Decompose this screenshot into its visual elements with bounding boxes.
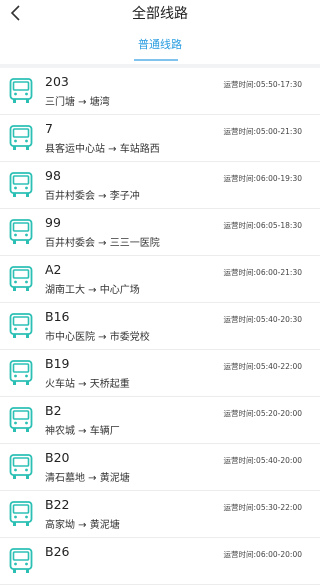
route-list-item[interactable]: B16 市中心医院 → 市委党校 运营时间:05:40-20:30 [0,303,320,350]
page-title: 全部线路 [132,6,188,22]
route-number: 98 [45,168,61,183]
operating-hours: 运营时间:05:40-20:00 [223,456,302,465]
operating-hours: 运营时间:05:40-22:00 [223,362,302,371]
route-destination: 李子冲 [109,191,140,202]
route-list-item[interactable]: B22 高家坳 → 黄泥塘 运营时间:05:30-22:00 [0,491,320,538]
arrow-right-icon: → [95,238,110,249]
route-destination: 黄泥塘 [99,473,130,484]
route-list-item[interactable]: 203 三门塘 → 塘湾 运营时间:05:50-17:30 [0,68,320,115]
arrow-right-icon: → [75,97,90,108]
route-list-item[interactable]: 99 百井村委会 → 三三一医院 运营时间:06:05-18:30 [0,209,320,256]
route-endpoints: 湖南工大 → 中心广场 [45,281,140,296]
operating-hours: 运营时间:05:00-21:30 [223,127,302,136]
route-endpoints: 三门塘 → 塘湾 [45,93,110,108]
route-destination: 天桥起重 [89,379,130,390]
route-destination: 黄泥塘 [89,520,120,531]
route-list-item[interactable]: B2 神农城 → 车辆厂 运营时间:05:20-20:00 [0,397,320,444]
operating-hours: 运营时间:05:40-20:30 [223,315,302,324]
route-destination: 车辆厂 [89,426,120,437]
route-destination: 塘湾 [89,97,110,108]
route-number: 7 [45,121,53,136]
operating-hours: 运营时间:05:50-17:30 [223,80,302,89]
operating-hours: 运营时间:05:20-20:00 [223,409,302,418]
route-origin: 县客运中心站 [45,144,105,155]
route-number: B26 [45,544,70,559]
route-list: 203 三门塘 → 塘湾 运营时间:05:50-17:30 7 县客运中心站 → 车站路… [0,68,320,585]
route-destination: 市委党校 [109,332,150,343]
operating-hours: 运营时间:05:30-22:00 [223,503,302,512]
route-number: B20 [45,450,70,465]
route-number: B22 [45,497,70,512]
route-origin: 湖南工大 [45,285,85,296]
route-list-item[interactable]: 7 县客运中心站 → 车站路西 运营时间:05:00-21:30 [0,115,320,162]
operating-hours: 运营时间:06:00-20:00 [223,550,302,559]
route-endpoints: 县客运中心站 → 车站路西 [45,140,160,155]
route-number: B16 [45,309,70,324]
route-origin: 神农城 [45,426,75,437]
bus-icon [9,125,33,151]
bus-icon [9,548,33,574]
arrow-right-icon: → [75,426,90,437]
operating-hours: 运营时间:06:00-19:30 [223,174,302,183]
route-list-item[interactable]: B19 火车站 → 天桥起重 运营时间:05:40-22:00 [0,350,320,397]
route-endpoints: 高家坳 → 黄泥塘 [45,516,120,531]
route-destination: 三三一医院 [109,238,160,249]
route-endpoints: 火车站 → 天桥起重 [45,375,130,390]
route-number: 99 [45,215,61,230]
route-endpoints: 神农城 → 车辆厂 [45,422,120,437]
arrow-right-icon: → [95,332,110,343]
route-endpoints: 清石墓地 → 黄泥塘 [45,469,130,484]
app-header: 全部线路 普通线路 [0,0,320,64]
bus-icon [9,172,33,198]
bus-icon [9,360,33,386]
tab-normal-routes[interactable]: 普通线路 [125,36,195,52]
route-endpoints: 百井村委会 → 李子冲 [45,187,140,202]
active-tab-indicator [134,59,178,61]
arrow-right-icon: → [75,379,90,390]
arrow-right-icon: → [105,144,120,155]
bus-icon [9,78,33,104]
route-origin: 市中心医院 [45,332,95,343]
route-endpoints: 市中心医院 → 市委党校 [45,328,150,343]
bus-icon [9,454,33,480]
bus-icon [9,501,33,527]
route-origin: 百井村委会 [45,238,95,249]
route-list-item[interactable]: A2 湖南工大 → 中心广场 运营时间:06:00-21:30 [0,256,320,303]
route-origin: 清石墓地 [45,473,85,484]
route-origin: 火车站 [45,379,75,390]
operating-hours: 运营时间:06:00-21:30 [223,268,302,277]
route-origin: 高家坳 [45,520,75,531]
route-list-item[interactable]: B20 清石墓地 → 黄泥塘 运营时间:05:40-20:00 [0,444,320,491]
route-number: B2 [45,403,62,418]
route-number: 203 [45,74,69,89]
arrow-right-icon: → [85,285,100,296]
route-list-item[interactable]: B26 运营时间:06:00-20:00 [0,538,320,585]
bus-icon [9,219,33,245]
arrow-right-icon: → [95,191,110,202]
route-destination: 车站路西 [119,144,160,155]
bus-icon [9,407,33,433]
route-origin: 百井村委会 [45,191,95,202]
bus-icon [9,313,33,339]
route-destination: 中心广场 [99,285,140,296]
route-origin: 三门塘 [45,97,75,108]
operating-hours: 运营时间:06:05-18:30 [223,221,302,230]
route-number: B19 [45,356,70,371]
arrow-right-icon: → [85,473,100,484]
route-endpoints: 百井村委会 → 三三一医院 [45,234,160,249]
route-list-item[interactable]: 98 百井村委会 → 李子冲 运营时间:06:00-19:30 [0,162,320,209]
bus-icon [9,266,33,292]
route-number: A2 [45,262,62,277]
arrow-right-icon: → [75,520,90,531]
